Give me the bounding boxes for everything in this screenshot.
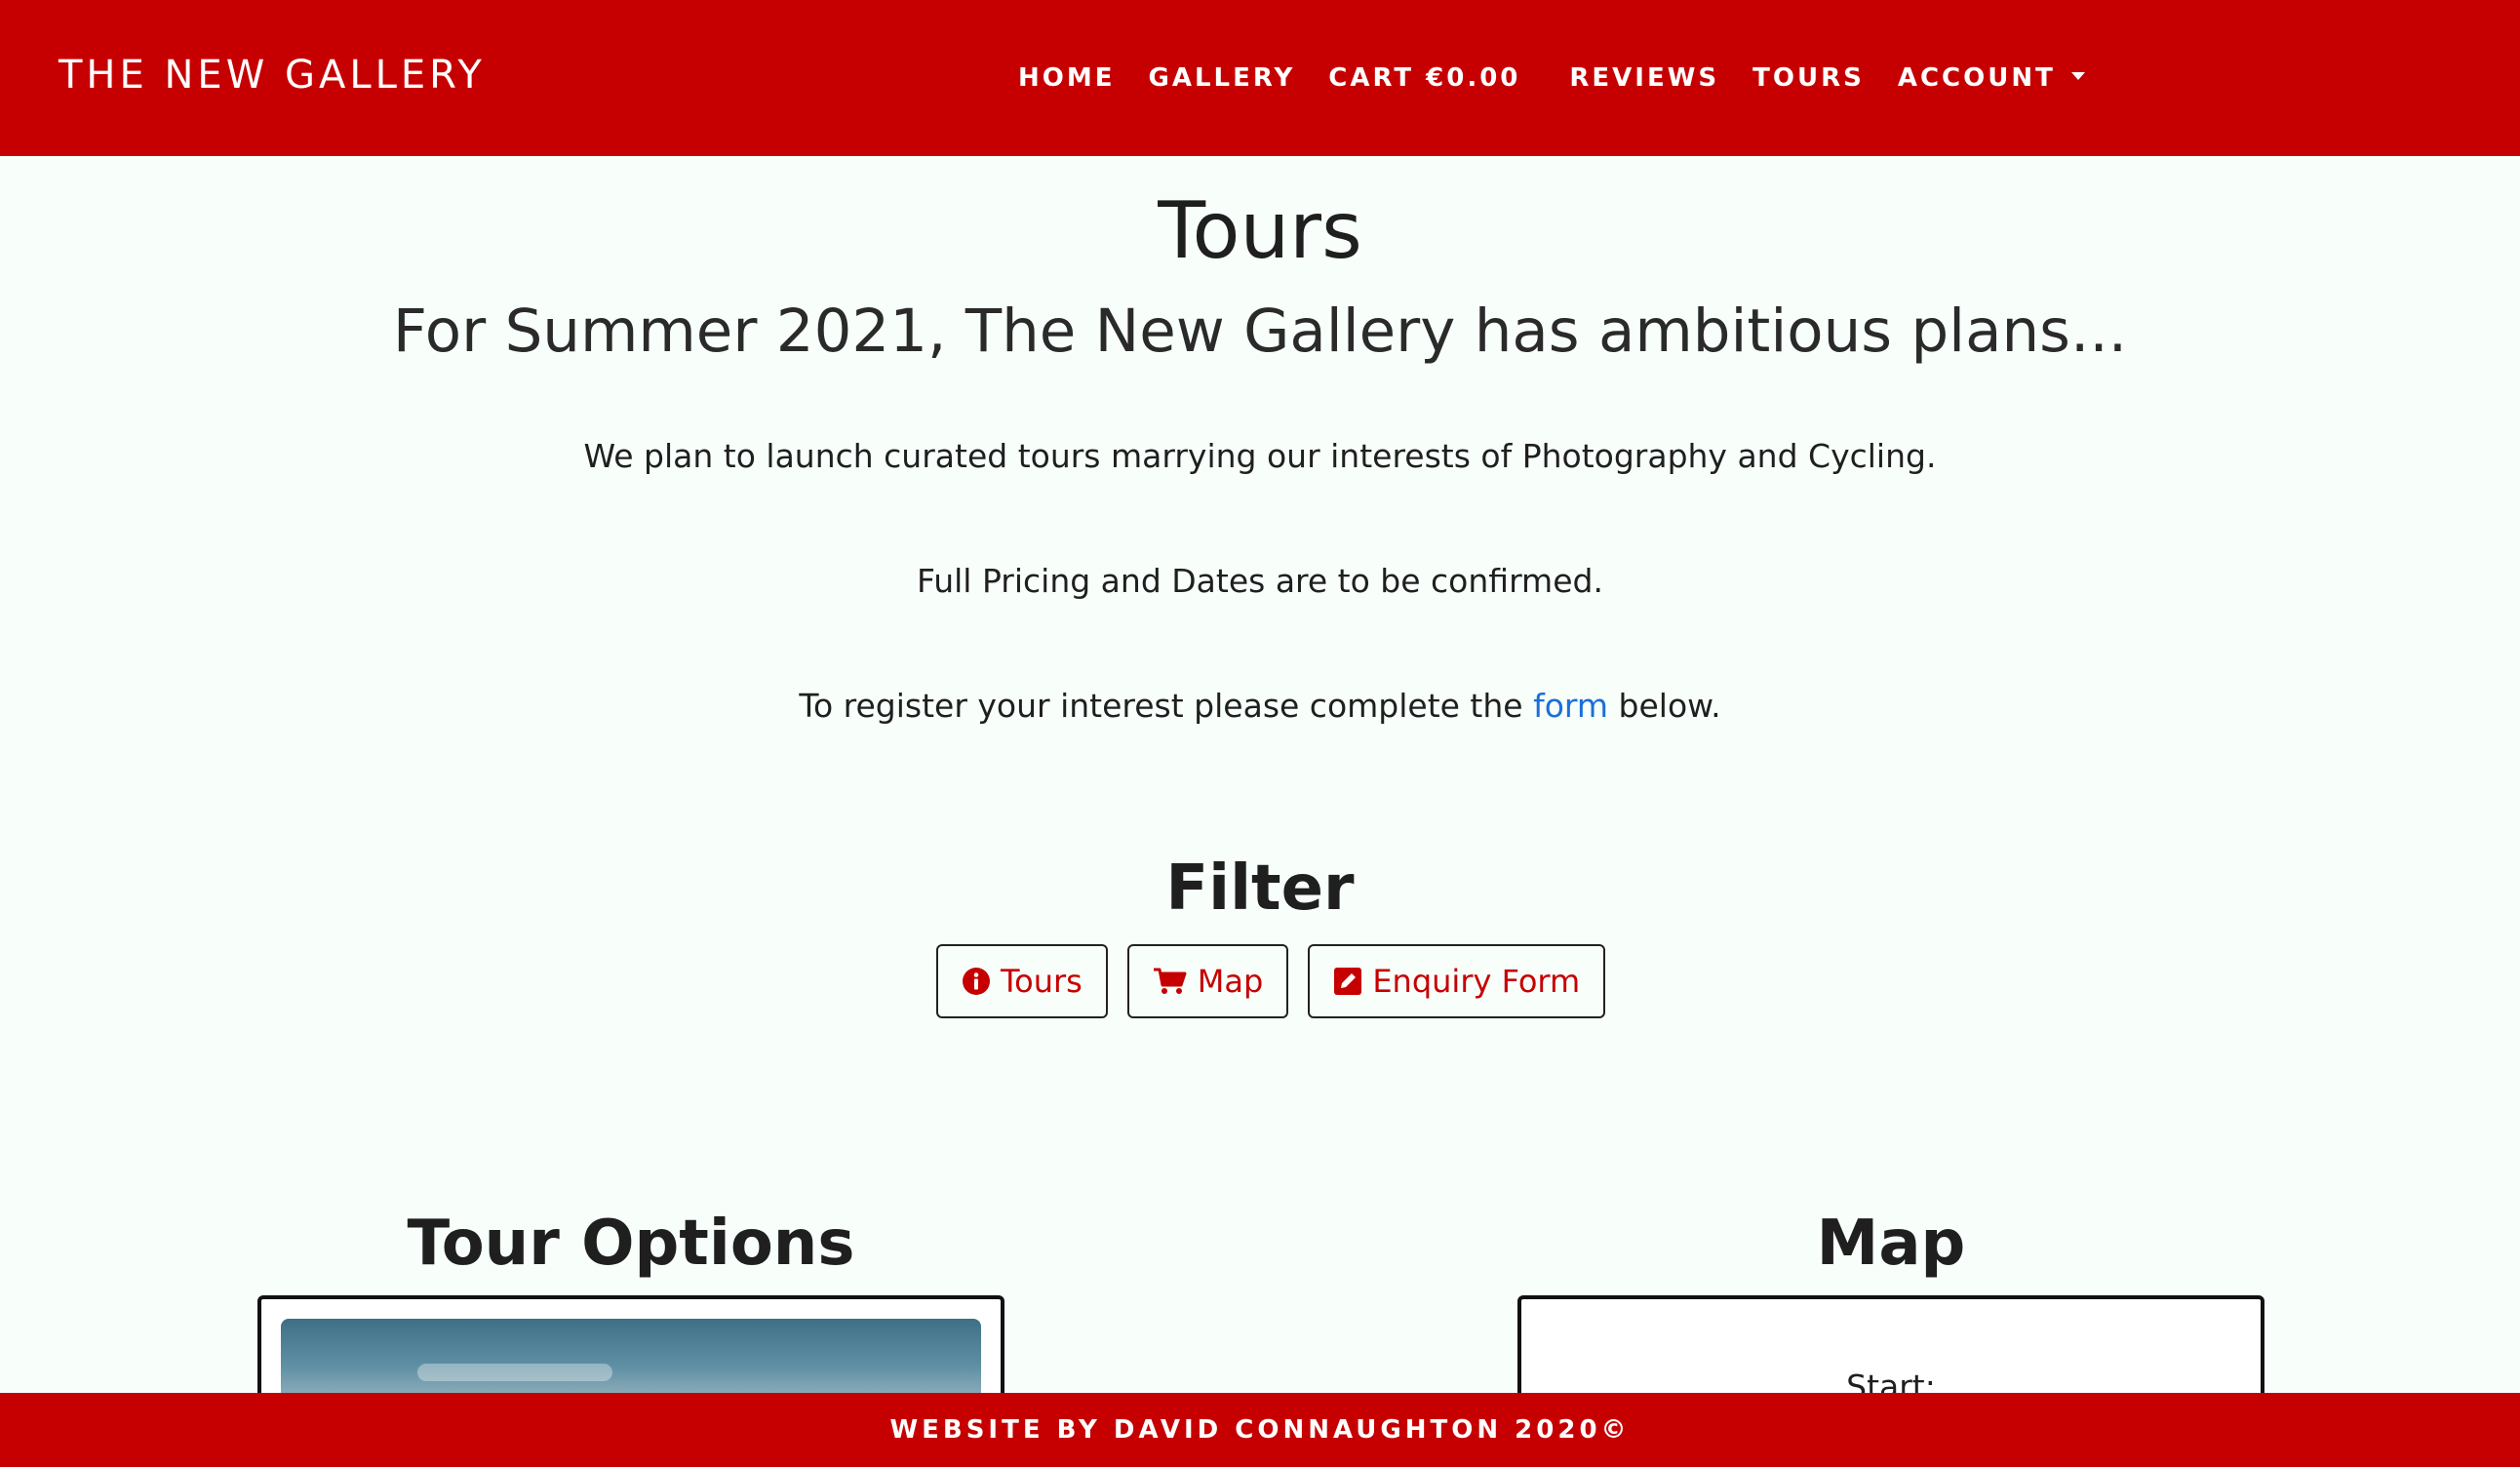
brand-logo[interactable]: THE NEW GALLERY [59,53,486,98]
nav-gallery[interactable]: GALLERY [1149,63,1296,93]
intro-paragraph: We plan to launch curated tours marrying… [583,437,1937,475]
filter-tours-label: Tours [1001,963,1083,1000]
nav-tours[interactable]: TOURS [1752,63,1865,93]
register-paragraph: To register your interest please complet… [0,687,2520,725]
footer: WEBSITE BY DAVID CONNAUGHTON 2020© [0,1393,2520,1467]
register-text-after: below. [1608,687,1721,725]
page-title: Tours [1158,185,1362,276]
form-link[interactable]: form [1533,687,1608,725]
filter-title: Filter [1165,852,1355,925]
filter-button-group: Tours Map Enquiry Form [936,944,1606,1018]
pencil-square-icon [1334,968,1362,995]
filter-tours-button[interactable]: Tours [936,944,1108,1018]
nav-account-dropdown[interactable]: ACCOUNT [1898,63,2085,93]
register-text-before: To register your interest please complet… [799,687,1534,725]
filter-enquiry-form-label: Enquiry Form [1372,963,1581,1000]
info-circle-icon [963,968,990,995]
chevron-down-icon [2070,71,2085,80]
tour-options-title: Tour Options [407,1208,855,1280]
shopping-cart-icon [1153,968,1187,994]
nav-account-label: ACCOUNT [1897,63,2056,93]
main-nav: HOME GALLERY CART €0.00 REVIEWS TOURS AC… [1018,60,2085,96]
filter-map-button[interactable]: Map [1126,944,1289,1018]
top-navbar: THE NEW GALLERY HOME GALLERY CART €0.00 … [0,0,2520,156]
pricing-paragraph: Full Pricing and Dates are to be confirm… [917,562,1603,600]
nav-home[interactable]: HOME [1018,63,1116,93]
filter-map-label: Map [1197,963,1264,1000]
page-subtitle: For Summer 2021, The New Gallery has amb… [392,297,2128,366]
nav-cart[interactable]: CART €0.00 [1328,63,1520,93]
filter-enquiry-form-button[interactable]: Enquiry Form [1308,944,1606,1018]
map-title: Map [1816,1208,1966,1280]
nav-reviews[interactable]: REVIEWS [1569,63,1719,93]
tour-image-cloud [417,1364,612,1381]
